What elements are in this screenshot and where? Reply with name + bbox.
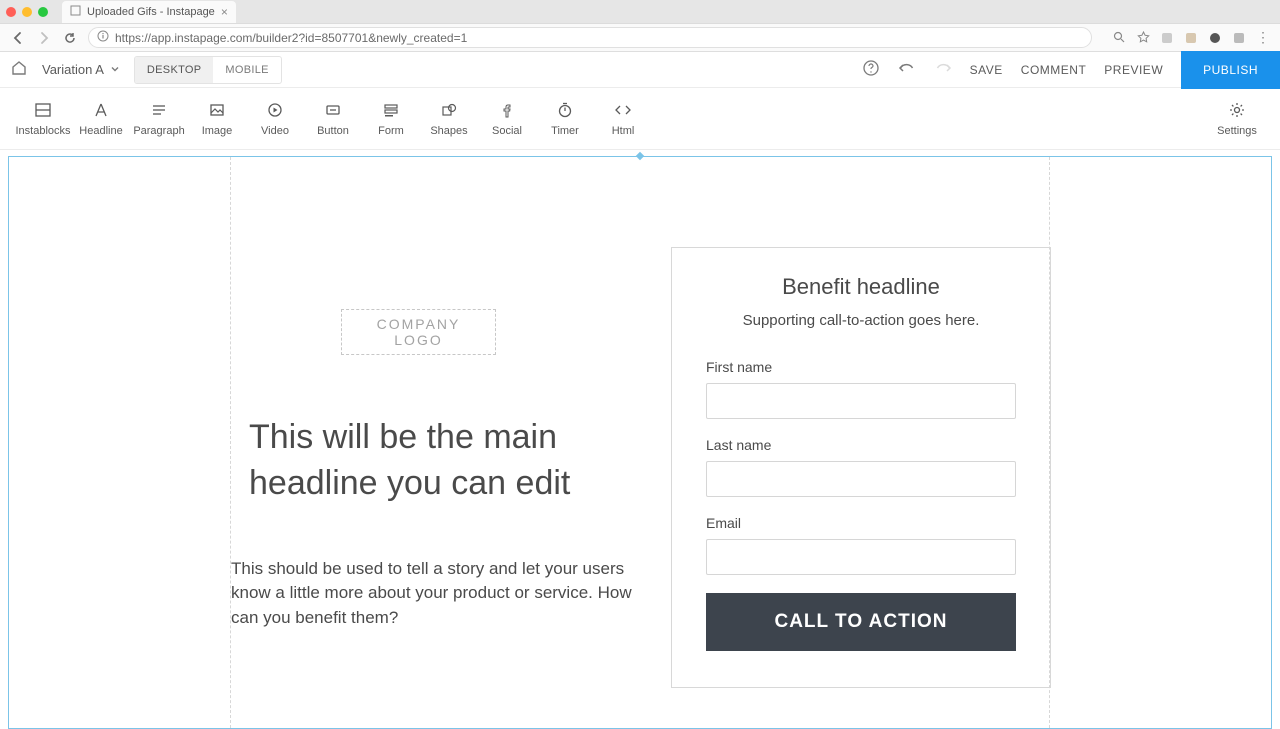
chrome-menu-icon[interactable]: ⋮ — [1256, 31, 1270, 45]
tool-label: Form — [378, 125, 404, 137]
tool-label: Video — [261, 125, 289, 137]
video-icon — [266, 101, 284, 119]
chevron-down-icon — [110, 62, 120, 77]
cta-button[interactable]: CALL TO ACTION — [706, 593, 1016, 651]
content-bounds: COMPANY LOGO This will be the main headl… — [230, 157, 1050, 728]
close-window-icon[interactable] — [6, 7, 16, 17]
tab-bar: Uploaded Gifs - Instapage × — [0, 0, 1280, 24]
button-icon — [324, 101, 342, 119]
tool-instablocks[interactable]: Instablocks — [14, 101, 72, 137]
browser-chrome: Uploaded Gifs - Instapage × https://app.… — [0, 0, 1280, 52]
back-icon[interactable] — [10, 30, 26, 46]
star-icon[interactable] — [1136, 31, 1150, 45]
tool-label: Timer — [551, 125, 579, 137]
form-icon — [382, 101, 400, 119]
canvas: COMPANY LOGO This will be the main headl… — [0, 150, 1280, 729]
tool-video[interactable]: Video — [246, 101, 304, 137]
tool-image[interactable]: Image — [188, 101, 246, 137]
email-label: Email — [706, 515, 1016, 531]
tool-label: Button — [317, 125, 349, 137]
tool-label: Shapes — [430, 125, 467, 137]
left-column: COMPANY LOGO This will be the main headl… — [231, 237, 661, 688]
ext-icon-4[interactable] — [1232, 31, 1246, 45]
undo-icon[interactable] — [898, 59, 916, 80]
browser-tab[interactable]: Uploaded Gifs - Instapage × — [62, 1, 236, 23]
center-tick-icon — [636, 152, 644, 160]
tool-social[interactable]: Social — [478, 101, 536, 137]
app-bar: Variation A DESKTOP MOBILE SAVE COMMENT … — [0, 52, 1280, 88]
image-icon — [208, 101, 226, 119]
tool-settings[interactable]: Settings — [1208, 101, 1266, 137]
viewport-desktop[interactable]: DESKTOP — [135, 57, 213, 83]
tool-label: Social — [492, 125, 522, 137]
paragraph-icon — [150, 101, 168, 119]
comment-button[interactable]: COMMENT — [1021, 63, 1087, 77]
tool-shapes[interactable]: Shapes — [420, 101, 478, 137]
tab-title: Uploaded Gifs - Instapage — [87, 6, 215, 18]
viewport-mobile[interactable]: MOBILE — [213, 57, 280, 83]
tool-label: Html — [612, 125, 635, 137]
variation-dropdown[interactable]: Variation A — [42, 62, 120, 77]
form-card[interactable]: Benefit headline Supporting call-to-acti… — [671, 247, 1051, 688]
viewport-toggle: DESKTOP MOBILE — [134, 56, 282, 84]
last-name-input[interactable] — [706, 461, 1016, 497]
hero-headline[interactable]: This will be the main headline you can e… — [249, 415, 641, 507]
html-icon — [614, 101, 632, 119]
first-name-input[interactable] — [706, 383, 1016, 419]
tool-label: Instablocks — [15, 125, 70, 137]
browser-right-icons: ⋮ — [1112, 31, 1270, 45]
logo-placeholder[interactable]: COMPANY LOGO — [341, 309, 496, 355]
tab-favicon — [70, 5, 81, 19]
preview-button[interactable]: PREVIEW — [1104, 63, 1163, 77]
help-icon[interactable] — [862, 59, 880, 80]
reload-icon[interactable] — [62, 30, 78, 46]
first-name-label: First name — [706, 359, 1016, 375]
instablocks-icon — [34, 101, 52, 119]
tool-timer[interactable]: Timer — [536, 101, 594, 137]
gear-icon — [1228, 101, 1246, 119]
tool-label: Settings — [1217, 125, 1257, 137]
forward-icon[interactable] — [36, 30, 52, 46]
window-controls — [6, 7, 48, 17]
info-icon — [97, 30, 109, 45]
url-text: https://app.instapage.com/builder2?id=85… — [115, 31, 467, 45]
social-icon — [498, 101, 516, 119]
shapes-icon — [440, 101, 458, 119]
save-button[interactable]: SAVE — [970, 63, 1003, 77]
variation-label: Variation A — [42, 62, 104, 77]
last-name-label: Last name — [706, 437, 1016, 453]
toolbox: Instablocks Headline Paragraph Image Vid… — [0, 88, 1280, 150]
ext-icon-2[interactable] — [1184, 31, 1198, 45]
redo-icon[interactable] — [934, 59, 952, 80]
maximize-window-icon[interactable] — [38, 7, 48, 17]
tool-paragraph[interactable]: Paragraph — [130, 101, 188, 137]
zoom-icon[interactable] — [1112, 31, 1126, 45]
tool-headline[interactable]: Headline — [72, 101, 130, 137]
tool-button[interactable]: Button — [304, 101, 362, 137]
publish-button[interactable]: PUBLISH — [1181, 51, 1280, 89]
headline-icon — [92, 101, 110, 119]
url-field[interactable]: https://app.instapage.com/builder2?id=85… — [88, 27, 1092, 48]
close-tab-icon[interactable]: × — [221, 5, 228, 19]
tool-html[interactable]: Html — [594, 101, 652, 137]
form-subtitle[interactable]: Supporting call-to-action goes here. — [706, 312, 1016, 329]
ext-icon-1[interactable] — [1160, 31, 1174, 45]
email-input[interactable] — [706, 539, 1016, 575]
timer-icon — [556, 101, 574, 119]
tool-label: Image — [202, 125, 233, 137]
page-section[interactable]: COMPANY LOGO This will be the main headl… — [8, 156, 1272, 729]
ext-icon-3[interactable] — [1208, 31, 1222, 45]
minimize-window-icon[interactable] — [22, 7, 32, 17]
address-bar: https://app.instapage.com/builder2?id=85… — [0, 24, 1280, 52]
tool-label: Paragraph — [133, 125, 184, 137]
form-title[interactable]: Benefit headline — [706, 274, 1016, 300]
tool-label: Headline — [79, 125, 122, 137]
hero-subtext[interactable]: This should be used to tell a story and … — [231, 557, 641, 631]
tool-form[interactable]: Form — [362, 101, 420, 137]
home-icon[interactable] — [10, 59, 28, 80]
